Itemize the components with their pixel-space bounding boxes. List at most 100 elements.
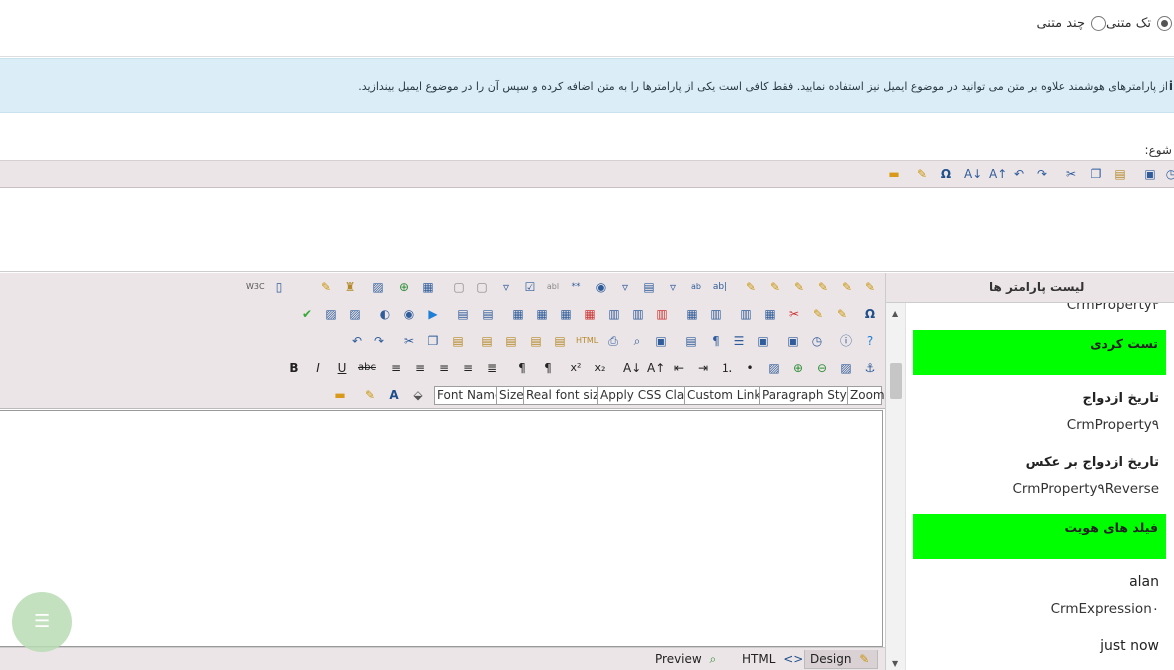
insert-password-icon[interactable]: ** [568,279,584,295]
image-props-icon[interactable]: ▨ [838,360,854,376]
insert-row-above-icon[interactable]: ▦ [534,306,550,322]
row-props-icon[interactable]: ▦ [762,306,778,322]
page-props-body-icon[interactable]: ▣ [785,333,801,349]
edit-table-icon[interactable]: ✎ [834,306,850,322]
tab-design[interactable]: Design ✎ [804,650,878,669]
find-icon[interactable]: ⌕ [629,333,645,349]
form-builder-icon[interactable]: ♜ [342,279,358,295]
insert-text-field-icon[interactable]: ab| [712,279,728,295]
remove-link-icon[interactable]: ⊖ [814,360,830,376]
highlight-icon[interactable]: ✎ [743,279,759,295]
marker-b-icon[interactable]: ✎ [791,279,807,295]
outdent-icon[interactable]: ⇤ [671,360,687,376]
paste-special-icon[interactable]: ▤ [528,333,544,349]
insert-snippet-icon[interactable]: ▣ [755,333,771,349]
copy-body-icon[interactable]: ❐ [425,333,441,349]
anchor-icon[interactable]: ⚓ [862,360,878,376]
param-value[interactable]: CrmProperty۹Reverse [1012,481,1159,497]
scrollbar-thumb[interactable] [890,363,902,399]
tab-html[interactable]: HTML <> [737,650,808,669]
insert-col-right-icon[interactable]: ▥ [630,306,646,322]
insert-row-below-icon[interactable]: ▦ [558,306,574,322]
style-builder-icon[interactable]: ✎ [362,387,378,403]
radio-single-input[interactable] [1157,16,1172,31]
tab-preview[interactable]: Preview ⌕ [650,650,721,669]
delete-col-icon[interactable]: ▥ [654,306,670,322]
case-lower-icon[interactable]: A↓ [964,166,982,182]
lowercase-icon[interactable]: A↓ [623,360,641,376]
insert-table-icon[interactable]: ▦ [420,279,436,295]
paragraph-mark-icon[interactable]: ¶ [708,333,724,349]
symbol-icon[interactable]: Ω [862,306,878,322]
w3c-validate-icon[interactable]: W3C [246,279,265,295]
insert-div-icon[interactable]: ▢ [474,279,490,295]
body-editor-area[interactable] [0,410,883,647]
new-document-icon[interactable]: ▯ [271,279,287,295]
redo-body-icon[interactable]: ↷ [371,333,387,349]
hyperlink-icon[interactable]: ⊕ [396,279,412,295]
insert-listbox-icon[interactable]: ▤ [641,279,657,295]
insert-image-icon[interactable]: ▨ [766,360,782,376]
underline-button[interactable]: U [334,360,350,376]
insert-col-left-icon[interactable]: ▥ [606,306,622,322]
paste-clean-icon[interactable]: ▤ [552,333,568,349]
undo-icon[interactable]: ↶ [1011,166,1027,182]
help-icon[interactable]: ? [862,333,878,349]
marker-e-icon[interactable]: ✎ [862,279,878,295]
cut-body-icon[interactable]: ✂ [401,333,417,349]
delete-row-icon[interactable]: ▦ [582,306,598,322]
case-upper-icon[interactable]: A↑ [989,166,1007,182]
unordered-list-icon[interactable]: • [742,360,758,376]
template-icon[interactable]: ▤ [480,306,496,322]
folder-icon[interactable]: ▬ [886,166,902,182]
zoom-select[interactable]: Zoom [847,386,885,405]
image-icon[interactable]: ▨ [323,306,339,322]
horizontal-rule-icon[interactable]: ☰ [731,333,747,349]
ltr-icon[interactable]: ¶ [514,360,530,376]
superscript-icon[interactable]: x² [568,360,584,376]
floating-menu-button[interactable]: ☰ [12,592,72,652]
special-char-icon[interactable]: Ω [938,166,954,182]
scroll-down-icon[interactable]: ▼ [892,659,898,668]
paste-html-icon[interactable]: HTML [576,333,598,349]
radio-multi-input[interactable] [1091,16,1106,31]
split-cells-icon[interactable]: ▥ [708,306,724,322]
param-value[interactable]: CrmExpression۰ [1051,601,1159,617]
background-color-icon[interactable]: ⬙ [410,387,426,403]
insert-textbox-icon[interactable]: ab [688,279,704,295]
time-icon[interactable]: ◷ [1163,166,1174,182]
paste-word-icon[interactable]: ▤ [503,333,519,349]
document-icon[interactable]: ▤ [455,306,471,322]
align-justify-icon[interactable]: ≡ [460,360,476,376]
font-name-select[interactable]: Font Name [434,386,502,405]
print-icon[interactable]: ⎙ [605,333,621,349]
param-value[interactable]: CrmProperty۹ [1067,417,1159,433]
delete-cell-icon[interactable]: ✂ [786,306,802,322]
insert-radio-icon[interactable]: ◉ [593,279,609,295]
media-icon[interactable]: ◉ [401,306,417,322]
rtl-icon[interactable]: ¶ [540,360,556,376]
radio-single-text[interactable]: تک متنی [1106,16,1172,31]
marker-d-icon[interactable]: ✎ [839,279,855,295]
cut-icon[interactable]: ✂ [1063,166,1079,182]
align-center-icon[interactable]: ≡ [412,360,428,376]
copy-icon[interactable]: ❐ [1088,166,1104,182]
spellcheck-icon[interactable]: ✔ [299,306,315,322]
uppercase-icon[interactable]: A↑ [647,360,665,376]
edit-style-icon[interactable]: ✎ [914,166,930,182]
paste-icon[interactable]: ▤ [1112,166,1128,182]
subscript-icon[interactable]: x₂ [592,360,608,376]
undo-body-icon[interactable]: ↶ [349,333,365,349]
merge-cells-icon[interactable]: ▦ [684,306,700,322]
font-color-icon[interactable]: A [386,387,402,403]
insert-checkbox-icon[interactable]: ☑ [522,279,538,295]
table-props-icon[interactable]: ▦ [510,306,526,322]
css-class-select[interactable]: Apply CSS Class [597,386,697,405]
insert-dropdown-icon[interactable]: ▿ [498,279,514,295]
date-time-icon[interactable]: ◷ [809,333,825,349]
select-all-icon[interactable]: ▣ [653,333,669,349]
scroll-up-icon[interactable]: ▲ [892,309,898,318]
page-properties-icon[interactable]: ▣ [1142,166,1158,182]
subject-editor-area[interactable] [0,189,1174,272]
flash-icon[interactable]: ◐ [377,306,393,322]
